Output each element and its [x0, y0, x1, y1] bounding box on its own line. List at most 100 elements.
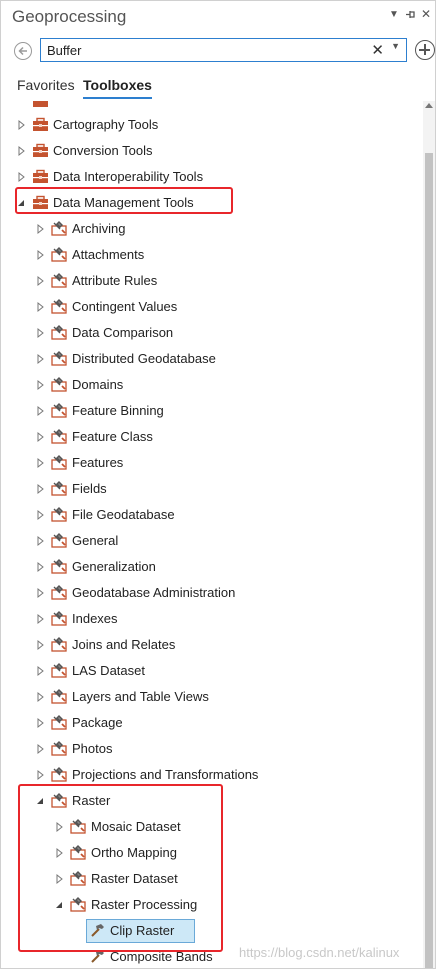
toolbox-icon: [33, 169, 48, 183]
tree-item-label: LAS Dataset: [72, 663, 145, 678]
tree-item-label: File Geodatabase: [72, 507, 175, 522]
tree-item-label: Indexes: [72, 611, 118, 626]
collapsed-arrow-icon[interactable]: [36, 275, 46, 287]
tree-item-geodatabase-administration[interactable]: Geodatabase Administration: [1, 580, 423, 606]
highlight-box-data-management: [15, 187, 233, 214]
collapsed-arrow-icon[interactable]: [36, 431, 46, 443]
tree-item-label: Data Interoperability Tools: [53, 169, 204, 184]
collapsed-arrow-icon[interactable]: [36, 665, 46, 677]
collapsed-arrow-icon[interactable]: [36, 301, 46, 313]
tree-item-generalization[interactable]: Generalization: [1, 554, 423, 580]
tree-item-label: Features: [72, 455, 124, 470]
tree-item-label: Contingent Values: [72, 299, 178, 314]
toolset-icon: [51, 247, 67, 262]
tree-item-distributed-geodatabase[interactable]: Distributed Geodatabase: [1, 346, 423, 372]
vertical-scrollbar[interactable]: [423, 101, 435, 968]
toolset-icon: [51, 611, 67, 626]
toolset-icon: [51, 559, 67, 574]
toolset-icon: [51, 507, 67, 522]
toolset-icon: [51, 221, 67, 236]
search-value: Buffer: [47, 43, 82, 58]
collapsed-arrow-icon[interactable]: [36, 613, 46, 625]
tree-item-label: Geodatabase Administration: [72, 585, 236, 600]
collapsed-arrow-icon[interactable]: [36, 509, 46, 521]
toolset-icon: [51, 637, 67, 652]
tab-favorites[interactable]: Favorites: [17, 77, 75, 93]
collapsed-arrow-icon[interactable]: [17, 171, 27, 183]
collapsed-arrow-icon[interactable]: [36, 483, 46, 495]
collapsed-arrow-icon[interactable]: [36, 743, 46, 755]
tab-toolboxes[interactable]: Toolboxes: [83, 77, 152, 93]
collapsed-arrow-icon[interactable]: [36, 379, 46, 391]
close-icon[interactable]: ✕: [419, 7, 433, 21]
toolset-icon: [51, 481, 67, 496]
toolset-icon: [51, 351, 67, 366]
tree-item-fields[interactable]: Fields: [1, 476, 423, 502]
tree-item-label: General: [72, 533, 119, 548]
tab-bar: Favorites Toolboxes: [1, 75, 435, 101]
tree-item-domains[interactable]: Domains: [1, 372, 423, 398]
tree-item-label: Attribute Rules: [72, 273, 158, 288]
collapsed-arrow-icon[interactable]: [36, 691, 46, 703]
tree-item-general[interactable]: General: [1, 528, 423, 554]
toolset-icon: [51, 377, 67, 392]
collapsed-arrow-icon[interactable]: [36, 223, 46, 235]
tree-item-joins-and-relates[interactable]: Joins and Relates: [1, 632, 423, 658]
scroll-up-icon[interactable]: [425, 103, 433, 108]
tree-item-cartography-tools[interactable]: Cartography Tools: [1, 112, 423, 138]
collapsed-arrow-icon[interactable]: [36, 639, 46, 651]
collapsed-arrow-icon[interactable]: [36, 457, 46, 469]
collapsed-arrow-icon[interactable]: [36, 717, 46, 729]
tree-item-layers-and-table-views[interactable]: Layers and Table Views: [1, 684, 423, 710]
clear-search-icon[interactable]: ✕: [371, 41, 384, 59]
search-row: Buffer ✕ ▼: [1, 37, 435, 65]
tree-item-indexes[interactable]: Indexes: [1, 606, 423, 632]
toolset-icon: [51, 429, 67, 444]
collapsed-arrow-icon[interactable]: [17, 119, 27, 131]
tree-item-attribute-rules[interactable]: Attribute Rules: [1, 268, 423, 294]
tree-item-label: Joins and Relates: [72, 637, 176, 652]
tree-item-conversion-tools[interactable]: Conversion Tools: [1, 138, 423, 164]
tree-item-photos[interactable]: Photos: [1, 736, 423, 762]
tree-item-label: Generalization: [72, 559, 156, 574]
tree-item-attachments[interactable]: Attachments: [1, 242, 423, 268]
collapsed-arrow-icon[interactable]: [36, 327, 46, 339]
tree-item-contingent-values[interactable]: Contingent Values: [1, 294, 423, 320]
search-dropdown-icon[interactable]: ▼: [391, 41, 400, 51]
collapsed-arrow-icon[interactable]: [36, 405, 46, 417]
pane-title: Geoprocessing: [12, 7, 127, 26]
collapsed-arrow-icon[interactable]: [36, 353, 46, 365]
tree-item-label: Domains: [72, 377, 124, 392]
tree-item-label: Data Comparison: [72, 325, 174, 340]
tree-item-features[interactable]: Features: [1, 450, 423, 476]
tree-item-archiving[interactable]: Archiving: [1, 216, 423, 242]
tree-item-file-geodatabase[interactable]: File Geodatabase: [1, 502, 423, 528]
tree-item-label: Layers and Table Views: [72, 689, 209, 704]
tree-item-data-comparison[interactable]: Data Comparison: [1, 320, 423, 346]
toolset-icon: [51, 273, 67, 288]
toolset-icon: [51, 585, 67, 600]
tree-item-las-dataset[interactable]: LAS Dataset: [1, 658, 423, 684]
toolbox-icon: [33, 117, 48, 131]
add-icon[interactable]: [415, 40, 435, 60]
collapsed-arrow-icon[interactable]: [36, 561, 46, 573]
back-arrow-icon[interactable]: [14, 42, 32, 60]
search-input[interactable]: Buffer ✕ ▼: [40, 38, 407, 62]
collapsed-arrow-icon[interactable]: [36, 249, 46, 261]
geoprocessing-pane: Geoprocessing ▼ ✕ Buffer ✕ ▼ Favorites T…: [0, 0, 436, 969]
tree-item-label: Feature Binning: [72, 403, 164, 418]
toolset-icon: [51, 663, 67, 678]
pin-icon[interactable]: [403, 9, 417, 23]
toolset-icon: [51, 455, 67, 470]
tree-item-package[interactable]: Package: [1, 710, 423, 736]
tree-item-feature-class[interactable]: Feature Class: [1, 424, 423, 450]
tree-item-feature-binning[interactable]: Feature Binning: [1, 398, 423, 424]
chevron-down-icon[interactable]: ▼: [387, 9, 401, 20]
collapsed-arrow-icon[interactable]: [36, 535, 46, 547]
collapsed-arrow-icon[interactable]: [36, 769, 46, 781]
collapsed-arrow-icon[interactable]: [17, 145, 27, 157]
toolset-icon: [51, 715, 67, 730]
collapsed-arrow-icon[interactable]: [36, 587, 46, 599]
scroll-thumb[interactable]: [425, 153, 433, 968]
tree-item-label: Archiving: [72, 221, 126, 236]
